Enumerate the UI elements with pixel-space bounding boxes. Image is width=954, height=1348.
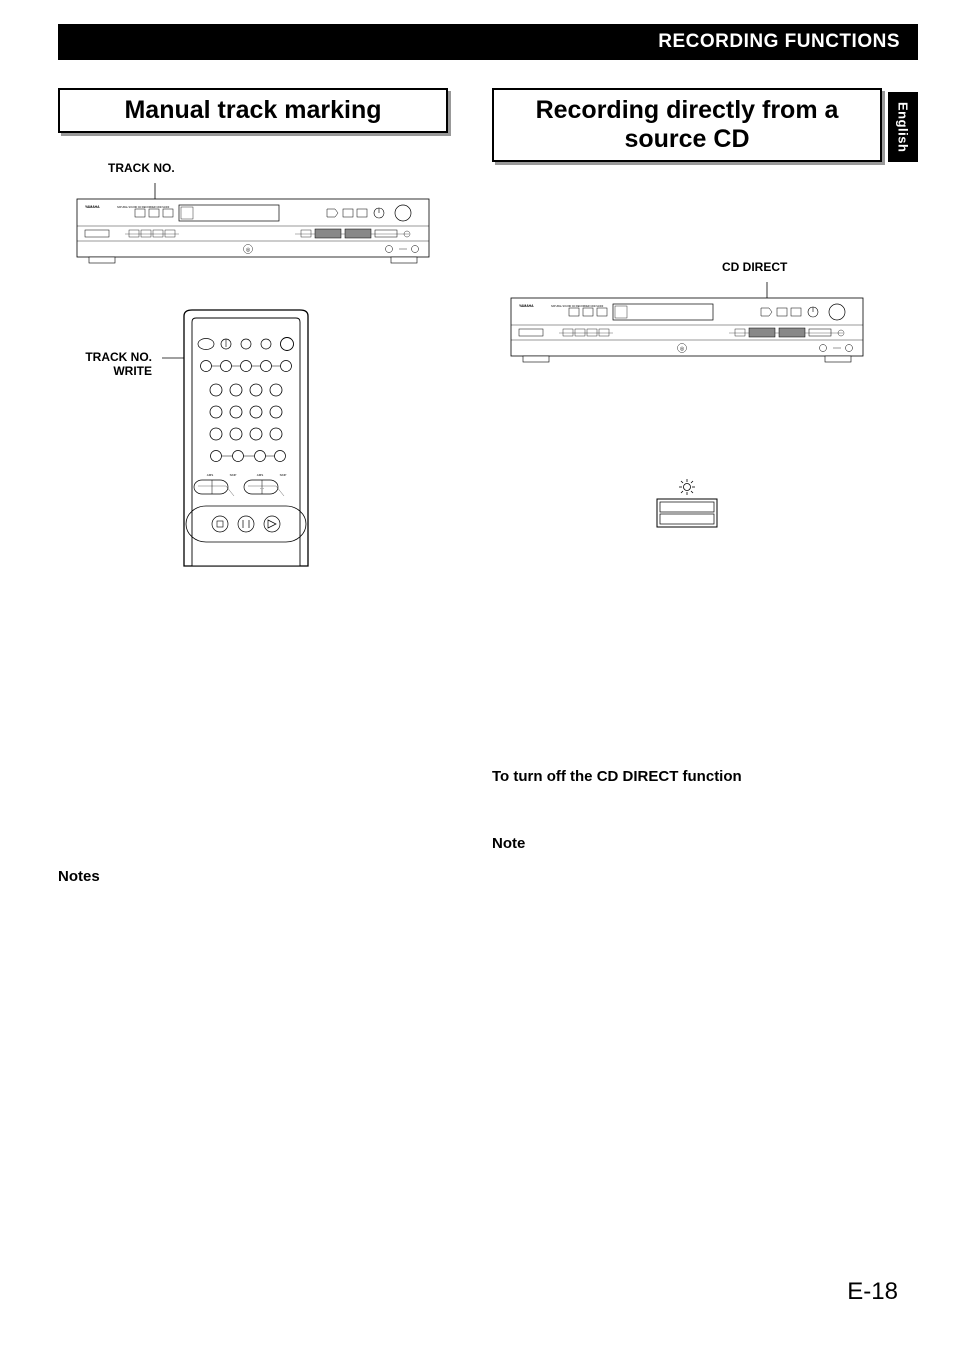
page: RECORDING FUNCTIONS English Manual track… xyxy=(0,0,954,1348)
cd-direct-indicator-icon xyxy=(647,477,727,533)
turn-off-heading: To turn off the CD DIRECT function xyxy=(492,768,882,785)
track-no-label: TRACK NO. xyxy=(108,161,175,175)
svg-text:◎: ◎ xyxy=(680,346,685,352)
columns: Manual track marking TRACK NO. YAMAHA NA… xyxy=(58,88,918,885)
page-number: E-18 xyxy=(847,1278,898,1306)
device-callout-left: TRACK NO. YAMAHA NATURAL SOUND CD RECORD… xyxy=(58,183,448,278)
indicator-icon-wrap xyxy=(492,477,882,538)
remote-control-icon: AMS SKIP AMS SKIP ⋯ xyxy=(162,308,332,568)
svg-text:SKIP: SKIP xyxy=(280,473,287,477)
svg-text:◎: ◎ xyxy=(246,247,251,253)
language-tab: English xyxy=(888,92,918,162)
language-label: English xyxy=(896,102,911,152)
remote-label: TRACK NO. WRITE xyxy=(58,350,152,378)
right-section-title: Recording directly from a source CD xyxy=(492,88,882,162)
brand-text-r: YAMAHA xyxy=(519,304,534,308)
header-title: RECORDING FUNCTIONS xyxy=(658,31,900,53)
remote-callout: TRACK NO. WRITE xyxy=(58,308,448,568)
header-bar: RECORDING FUNCTIONS xyxy=(58,24,918,60)
right-column: Recording directly from a source CD CD D… xyxy=(492,88,882,885)
cd-direct-label: CD DIRECT xyxy=(722,260,787,274)
device-callout-right: CD DIRECT YAMAHA NATURAL SOUND CD RECORD… xyxy=(492,282,882,377)
model-text-r: NATURAL SOUND CD RECORDER CDR-S1000 xyxy=(551,305,604,308)
left-column: Manual track marking TRACK NO. YAMAHA NA… xyxy=(58,88,448,885)
svg-text:AMS: AMS xyxy=(257,473,264,477)
left-section-title: Manual track marking xyxy=(58,88,448,133)
model-text: NATURAL SOUND CD RECORDER CDR-S1000 xyxy=(117,206,170,209)
notes-heading-left: Notes xyxy=(58,868,448,885)
brand-text: YAMAHA xyxy=(85,205,100,209)
track-no-write-label: TRACK NO. WRITE xyxy=(85,350,152,378)
cd-recorder-front-left: YAMAHA NATURAL SOUND CD RECORDER CDR-S10… xyxy=(73,183,433,278)
svg-text:AMS: AMS xyxy=(207,473,214,477)
svg-text:⋯: ⋯ xyxy=(260,486,265,492)
svg-text:SKIP: SKIP xyxy=(230,473,237,477)
cd-recorder-front-right: YAMAHA NATURAL SOUND CD RECORDER CDR-S10… xyxy=(507,282,867,377)
note-heading-right: Note xyxy=(492,835,882,852)
